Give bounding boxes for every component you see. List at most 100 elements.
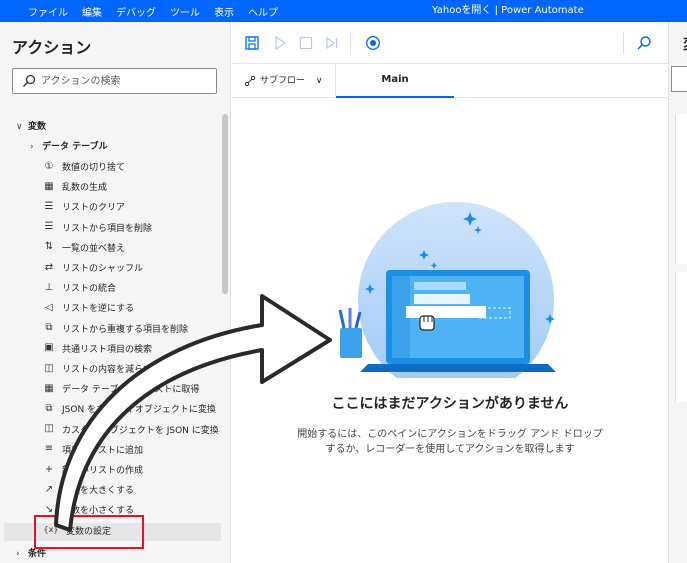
recorder-icon[interactable]: [365, 35, 381, 51]
action-item[interactable]: ◫ カスタム オブジェクトを JSON に変換: [42, 422, 219, 440]
search-icon[interactable]: [636, 35, 652, 51]
action-item[interactable]: ▣ 共通リスト項目の検索: [42, 341, 152, 359]
menu-bar: ファイル 編集 デバッグ ツール 表示 ヘルプ: [0, 0, 292, 22]
action-item[interactable]: ☰ リストのクリア: [42, 199, 126, 217]
toolbar-divider-right: [623, 32, 624, 54]
toolbar-divider: [350, 32, 351, 54]
json-convert-icon: ⧉: [45, 402, 53, 414]
action-item-label: 乱数の生成: [62, 183, 108, 194]
variables-section: [675, 114, 687, 264]
action-item-label: リストのクリア: [62, 203, 126, 214]
action-item-label: JSON をカスタム オブジェクトに変換: [62, 405, 216, 416]
stop-icon[interactable]: [298, 35, 314, 51]
hand-cursor-icon: [419, 315, 435, 331]
flow-toolbar: [232, 22, 668, 64]
step-icon[interactable]: [324, 35, 340, 51]
actions-pane-title: アクション: [12, 38, 92, 57]
subflow-icon: [244, 75, 256, 86]
action-item-label: 項目をリストに追加: [62, 445, 144, 456]
category-label: 条件: [28, 548, 47, 559]
menu-tools[interactable]: ツール: [170, 4, 200, 19]
action-item-label: リストの内容を減らす: [62, 365, 152, 375]
list-clear-icon: ☰: [44, 200, 54, 212]
action-item[interactable]: ↗ 変数を大きくする: [42, 482, 134, 500]
title-bar: ファイル 編集 デバッグ ツール 表示 ヘルプ Yahooを開く | Power…: [0, 0, 687, 22]
tab-subflow-label: サブフロー: [260, 76, 306, 86]
list-add-icon: ≡: [44, 443, 54, 455]
action-item-label: 新しいリストの作成: [62, 466, 144, 476]
merge-icon: ⊥: [44, 281, 54, 293]
increase-icon: ↗: [44, 483, 54, 495]
subcategory-label: データ テーブル: [42, 142, 108, 152]
action-search-box[interactable]: [12, 68, 217, 94]
action-item-label: リストのシャッフル: [62, 264, 144, 274]
actions-pane: アクション ∨ 変数 › データ テーブル ① 数値の切り捨て ▦ 乱数の生成 ☰ リストのクリア…: [0, 22, 231, 563]
actions-scrollbar[interactable]: [222, 114, 228, 294]
tab-subflow[interactable]: サブフロー ∨: [244, 64, 322, 98]
action-item-label: データ テーブル列をリストに取得: [62, 385, 200, 396]
variables-pane-title: 変: [683, 34, 687, 54]
flow-canvas[interactable]: ここにはまだアクションがありません 開始するには、このペインにアクションをドラッ…: [232, 98, 668, 563]
highlight-annotation-box: [34, 515, 144, 549]
tab-main[interactable]: Main: [336, 64, 454, 98]
chevron-right-icon: ›: [16, 548, 20, 559]
reverse-icon: ◁: [45, 301, 53, 313]
action-item[interactable]: ≡ 項目をリストに追加: [42, 442, 143, 460]
dedupe-icon: ⧉: [45, 322, 53, 334]
action-item-label: リストを逆にする: [62, 304, 135, 315]
empty-state-title: ここにはまだアクションがありません: [331, 396, 569, 412]
variables-search-box[interactable]: [671, 66, 687, 92]
variables-section-2: [675, 272, 687, 402]
action-item[interactable]: ◁ リストを逆にする: [42, 300, 134, 318]
action-item-label: リストから重複する項目を削除: [62, 324, 189, 335]
object-convert-icon: ◫: [44, 423, 54, 435]
action-item[interactable]: ⇅ 一覧の並べ替え: [42, 240, 125, 258]
chevron-right-icon: ›: [30, 142, 34, 152]
empty-state-illustration: [338, 202, 556, 378]
action-item[interactable]: ▦ データ テーブル列をリストに取得: [42, 381, 199, 399]
action-item-label: 変数を大きくする: [62, 486, 135, 497]
action-item-label: カスタム オブジェクトを JSON に変換: [62, 425, 219, 436]
random-icon: ▦: [44, 180, 54, 192]
window-title: Yahooを開く | Power Automate: [432, 5, 584, 16]
table-column-icon: ▦: [44, 382, 54, 394]
chevron-down-icon: ∨: [315, 76, 323, 86]
category-variables[interactable]: ∨ 変数: [16, 118, 46, 136]
shuffle-icon: ⇄: [44, 261, 54, 273]
variables-pane: 変: [668, 22, 687, 563]
menu-file[interactable]: ファイル: [28, 4, 68, 19]
action-item[interactable]: ⊥ リストの統合: [42, 280, 116, 298]
menu-edit[interactable]: 編集: [82, 4, 102, 19]
sort-icon: ⇅: [44, 241, 54, 253]
action-item[interactable]: + 新しいリストの作成: [42, 462, 143, 480]
action-item-label: リストの統合: [62, 284, 117, 295]
action-item[interactable]: ① 数値の切り捨て: [42, 159, 126, 177]
save-icon[interactable]: [244, 35, 260, 51]
action-item-label: 一覧の並べ替え: [62, 243, 126, 254]
number-circle-icon: ①: [44, 160, 54, 172]
search-icon: [23, 74, 36, 87]
empty-state-description: 開始するには、このペインにアクションをドラッグ アンド ドロップ するか、レコー…: [232, 427, 668, 457]
action-item-label: 数値の切り捨て: [62, 163, 126, 173]
action-item-label: 共通リスト項目の検索: [62, 344, 153, 355]
action-item[interactable]: ⇄ リストのシャッフル: [42, 260, 143, 278]
action-search-input[interactable]: [41, 73, 211, 89]
plus-icon: +: [44, 463, 54, 475]
action-item[interactable]: ☰ リストから項目を削除: [42, 220, 153, 238]
action-item[interactable]: ⧉ JSON をカスタム オブジェクトに変換: [42, 401, 216, 419]
menu-view[interactable]: 表示: [214, 4, 234, 19]
common-items-icon: ▣: [44, 342, 54, 354]
action-item[interactable]: ⧉ リストから重複する項目を削除: [42, 321, 188, 339]
flow-tabs: サブフロー ∨ Main: [232, 64, 668, 98]
subcategory-data-table[interactable]: › データ テーブル: [30, 138, 108, 156]
empty-state-desc-line2: するか、レコーダーを使用してアクションを取得します: [325, 444, 575, 455]
menu-debug[interactable]: デバッグ: [116, 4, 156, 19]
menu-help[interactable]: ヘルプ: [248, 4, 278, 19]
category-label: 変数: [28, 122, 47, 132]
action-item[interactable]: ▦ 乱数の生成: [42, 179, 107, 197]
subtract-list-icon: ◫: [44, 362, 54, 374]
action-item-label: リストから項目を削除: [62, 223, 153, 234]
run-icon[interactable]: [272, 35, 288, 51]
pencil-cup-icon: [338, 308, 362, 358]
action-item[interactable]: ◫ リストの内容を減らす: [42, 361, 152, 379]
